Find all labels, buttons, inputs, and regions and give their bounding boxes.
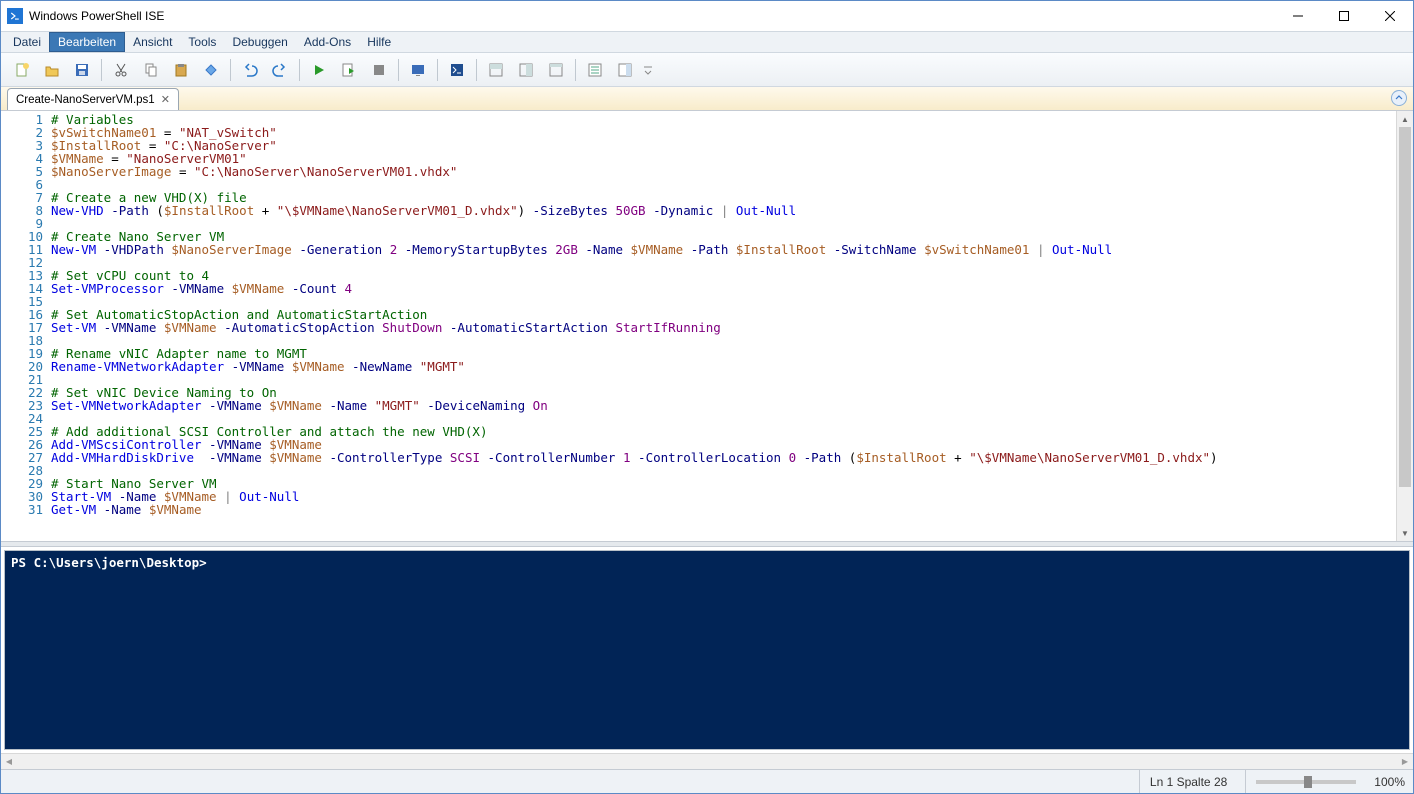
redo-icon[interactable] — [267, 57, 293, 83]
copy-icon[interactable] — [138, 57, 164, 83]
maximize-button[interactable] — [1321, 1, 1367, 31]
tab-close-icon[interactable]: ✕ — [161, 93, 170, 106]
layout-script-max-icon[interactable] — [543, 57, 569, 83]
new-file-icon[interactable] — [9, 57, 35, 83]
menu-debug[interactable]: Debuggen — [224, 32, 295, 52]
toolbar — [1, 53, 1413, 87]
editor-vertical-scrollbar[interactable]: ▲▼ — [1396, 111, 1413, 541]
undo-icon[interactable] — [237, 57, 263, 83]
layout-script-top-icon[interactable] — [483, 57, 509, 83]
close-button[interactable] — [1367, 1, 1413, 31]
save-file-icon[interactable] — [69, 57, 95, 83]
open-file-icon[interactable] — [39, 57, 65, 83]
script-editor[interactable]: 1234567891011121314151617181920212223242… — [1, 111, 1413, 541]
tab-filename: Create-NanoServerVM.ps1 — [16, 94, 155, 106]
window-title: Windows PowerShell ISE — [29, 9, 1275, 23]
menu-bar: Datei Bearbeiten Ansicht Tools Debuggen … — [1, 31, 1413, 53]
horizontal-scrollbar[interactable]: ◀▶ — [1, 753, 1413, 769]
zoom-slider[interactable] — [1256, 780, 1356, 784]
menu-addons[interactable]: Add-Ons — [296, 32, 359, 52]
menu-view[interactable]: Ansicht — [125, 32, 180, 52]
status-bar: Ln 1 Spalte 28 100% — [1, 769, 1413, 793]
toolbar-overflow-icon[interactable] — [642, 57, 654, 83]
console-pane[interactable]: PS C:\Users\joern\Desktop> — [4, 550, 1410, 750]
menu-edit[interactable]: Bearbeiten — [49, 32, 125, 52]
tab-strip: Create-NanoServerVM.ps1 ✕ — [1, 87, 1413, 111]
run-script-icon[interactable] — [306, 57, 332, 83]
paste-icon[interactable] — [168, 57, 194, 83]
line-number-gutter: 1234567891011121314151617181920212223242… — [1, 111, 51, 541]
cut-icon[interactable] — [108, 57, 134, 83]
menu-file[interactable]: Datei — [5, 32, 49, 52]
console-prompt: PS C:\Users\joern\Desktop> — [11, 555, 207, 570]
script-tab[interactable]: Create-NanoServerVM.ps1 ✕ — [7, 88, 179, 110]
stop-icon[interactable] — [366, 57, 392, 83]
title-bar: Windows PowerShell ISE — [1, 1, 1413, 31]
run-selection-icon[interactable] — [336, 57, 362, 83]
menu-help[interactable]: Hilfe — [359, 32, 399, 52]
status-zoom: 100% — [1374, 775, 1405, 789]
window-controls — [1275, 1, 1413, 31]
menu-tools[interactable]: Tools — [180, 32, 224, 52]
minimize-button[interactable] — [1275, 1, 1321, 31]
clear-icon[interactable] — [198, 57, 224, 83]
toggle-script-pane-icon[interactable] — [1391, 90, 1407, 106]
powershell-tab-icon[interactable] — [444, 57, 470, 83]
show-command-icon[interactable] — [582, 57, 608, 83]
app-icon — [7, 8, 23, 24]
status-position: Ln 1 Spalte 28 — [1139, 770, 1227, 793]
pane-splitter[interactable] — [1, 541, 1413, 547]
remote-icon[interactable] — [405, 57, 431, 83]
layout-script-right-icon[interactable] — [513, 57, 539, 83]
code-content[interactable]: # Variables$vSwitchName01 = "NAT_vSwitch… — [51, 111, 1413, 541]
show-command-addon-icon[interactable] — [612, 57, 638, 83]
zoom-control[interactable] — [1245, 770, 1356, 793]
